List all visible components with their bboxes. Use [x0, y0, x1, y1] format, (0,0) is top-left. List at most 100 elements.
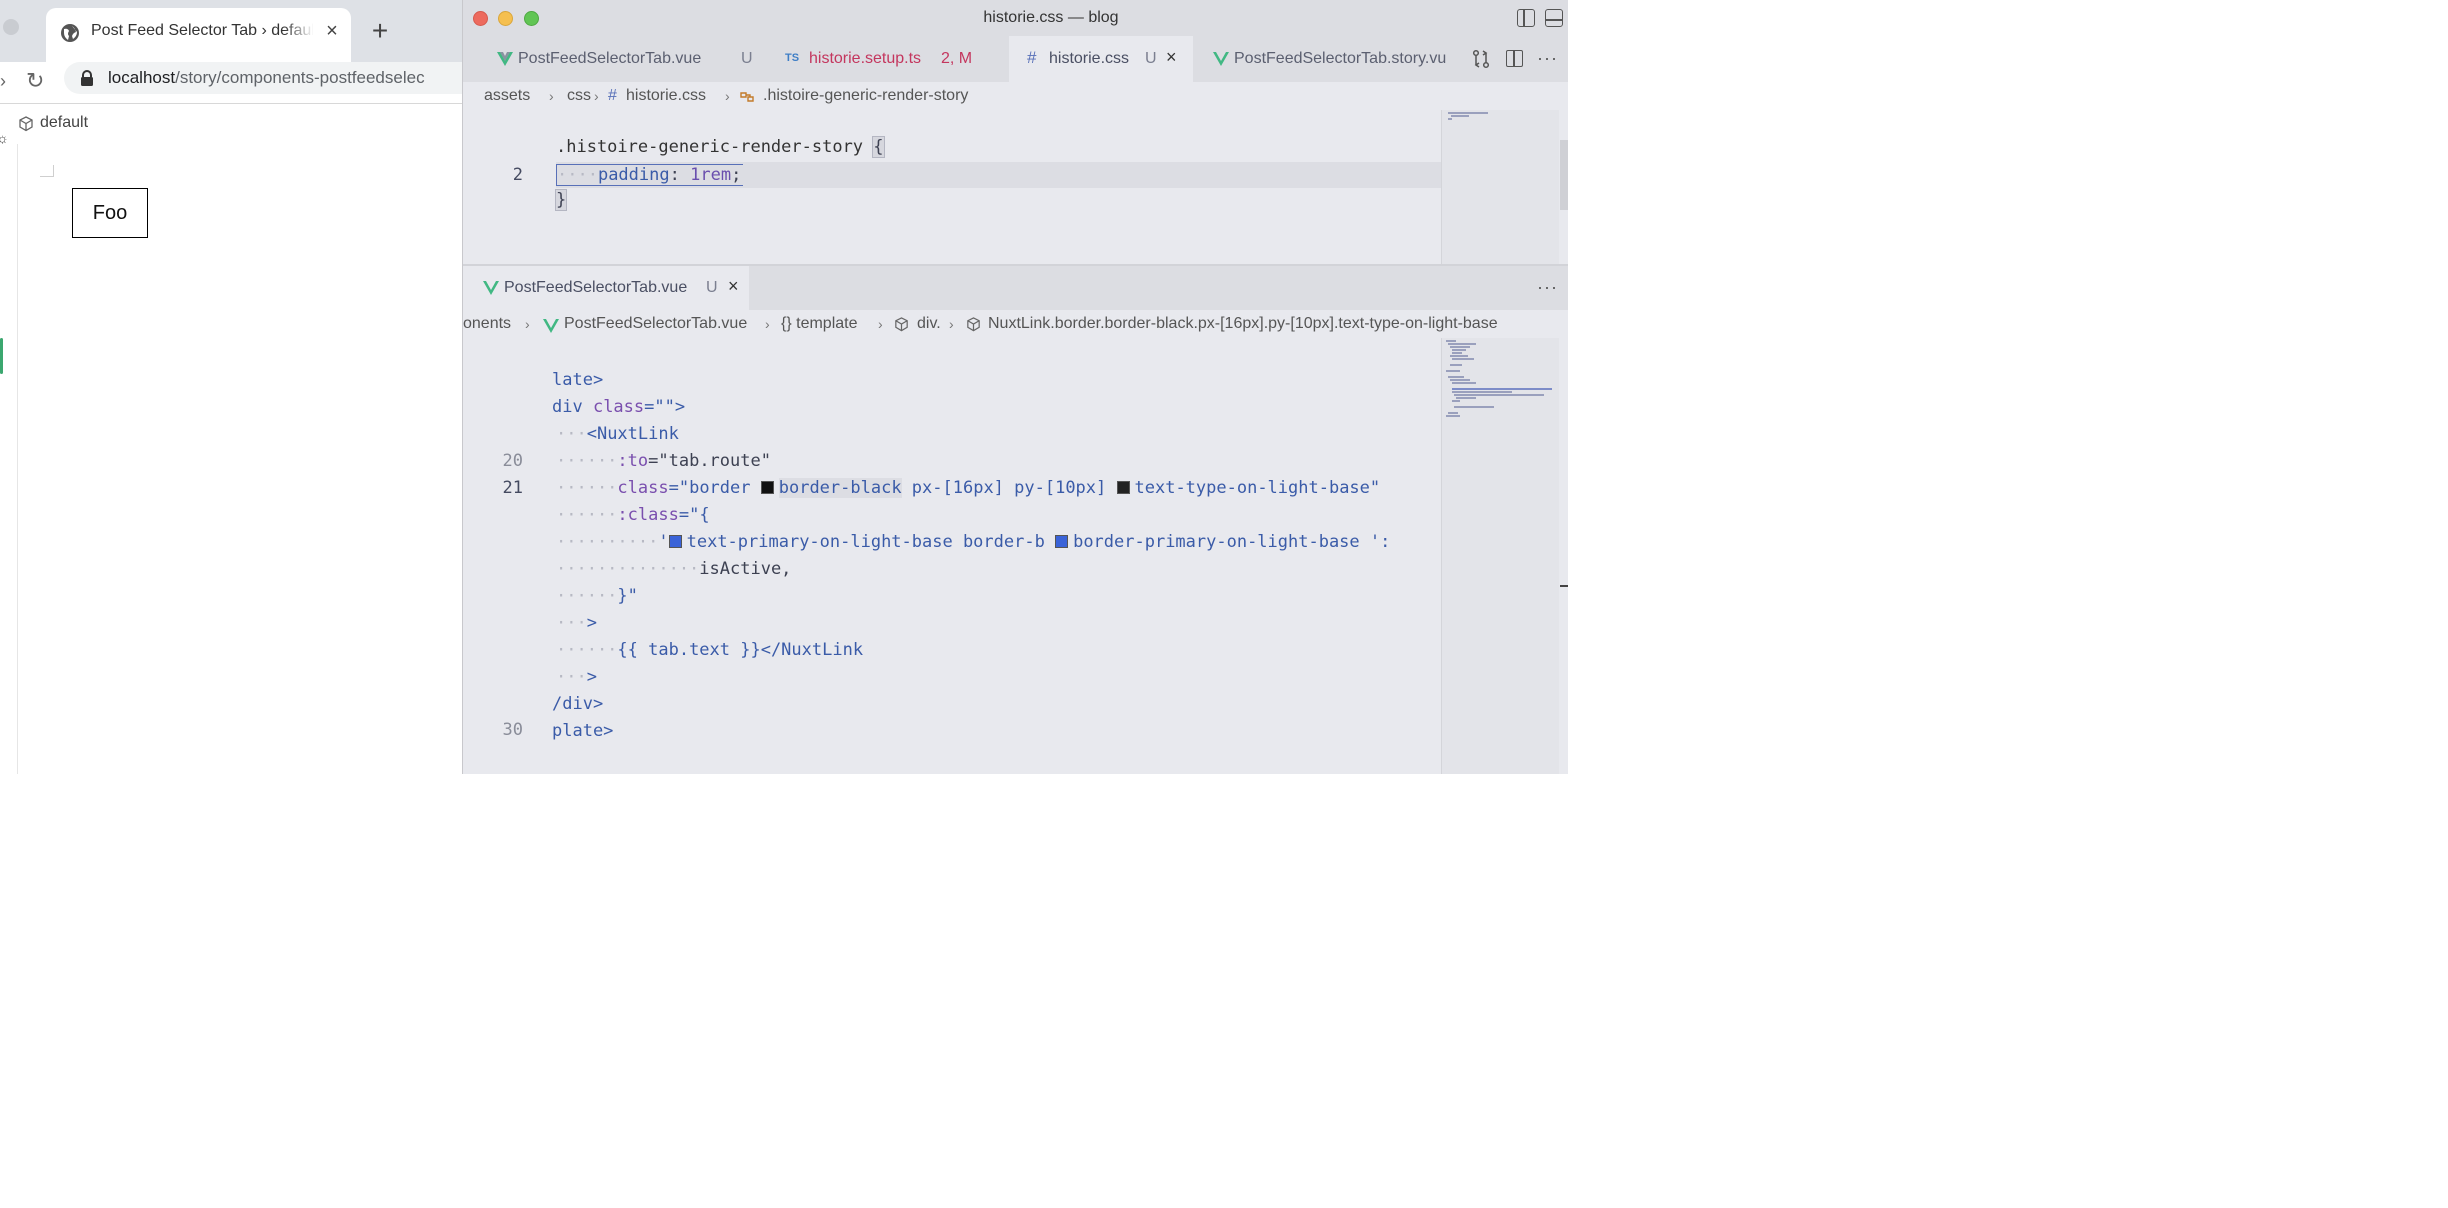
breadcrumb-item[interactable]: historie.css — [626, 87, 706, 105]
color-swatch-dark[interactable] — [1116, 481, 1130, 494]
browser-tab-title: Post Feed Selector Tab › default — [91, 22, 313, 39]
breadcrumb-item[interactable]: {} template — [781, 315, 858, 333]
code-line[interactable]: ···> — [556, 613, 597, 633]
close-icon[interactable]: × — [322, 20, 342, 42]
browser-window: Post Feed Selector Tab › default × + › ↻… — [0, 0, 484, 774]
breadcrumb-item[interactable]: div. — [917, 315, 941, 333]
url-host: localhost — [108, 68, 176, 87]
toggle-sidebar-icon[interactable] — [1517, 9, 1535, 27]
line-number: 30 — [502, 720, 523, 740]
breadcrumb-item[interactable]: onents — [463, 315, 511, 333]
line-number: 21 — [502, 478, 523, 498]
code-line[interactable]: .histoire-generic-render-story { — [556, 136, 885, 158]
reload-icon[interactable]: ↻ — [26, 68, 44, 94]
scrollbar-top[interactable] — [1560, 140, 1568, 210]
chevron-right-icon: › — [725, 88, 730, 104]
minimap-top[interactable] — [1441, 110, 1559, 264]
url-text[interactable]: localhost/story/components-postfeedselec — [108, 68, 425, 88]
tab-badge: 2, M — [941, 50, 973, 67]
code-line[interactable]: ···<NuxtLink — [556, 424, 679, 444]
breadcrumb-item[interactable]: PostFeedSelectorTab.vue — [564, 315, 747, 333]
preview-corner-mark — [40, 165, 54, 177]
code-line[interactable]: ······:to="tab.route" — [556, 451, 771, 471]
code-line[interactable]: late> — [552, 370, 603, 390]
gutter-top: 2 — [463, 110, 555, 264]
tab-label: historie.setup.ts — [809, 50, 922, 67]
code-line[interactable]: ······class="border border-black px-[16p… — [556, 478, 1380, 498]
tab-postfeedselectortab-story-vue[interactable]: PostFeedSelectorTab.story.vu — [1203, 36, 1463, 82]
close-icon[interactable]: × — [1166, 47, 1177, 68]
foo-tab-link[interactable]: Foo — [72, 188, 148, 238]
editor-tabbar-bottom: PostFeedSelectorTab.vue U × ··· — [463, 266, 1568, 310]
tab-historie-css[interactable]: # historie.css U × — [1009, 36, 1193, 82]
tab-label: historie.css — [1049, 50, 1130, 67]
story-preview — [17, 144, 470, 774]
vue-icon — [497, 52, 513, 66]
code-line[interactable]: ······:class="{ — [556, 505, 710, 525]
code-line[interactable]: ······}" — [556, 586, 638, 606]
minimap-bottom[interactable] — [1441, 338, 1559, 774]
symbol-class-icon — [740, 92, 754, 102]
tab-postfeedselectortab-vue-bottom[interactable]: PostFeedSelectorTab.vue U × — [463, 266, 749, 310]
cube-icon — [19, 116, 33, 132]
breadcrumb-item[interactable]: .histoire-generic-render-story — [763, 87, 968, 105]
code-line[interactable]: ······{{ tab.text }}</NuxtLink — [556, 640, 863, 660]
tab-postfeedselectortab-vue[interactable]: PostFeedSelectorTab.vue U — [485, 36, 755, 82]
chevron-right-icon: › — [594, 88, 599, 104]
sun-icon[interactable]: ☼ — [0, 130, 9, 146]
gutter-bottom: 20 21 30 — [463, 338, 555, 774]
code-line[interactable]: plate> — [552, 721, 613, 741]
address-bar[interactable]: localhost/story/components-postfeedselec — [64, 62, 484, 94]
vue-icon — [1213, 52, 1229, 66]
vscode-window: historie.css — blog PostFeedSelectorTab.… — [462, 0, 1568, 774]
editor-tabbar-top: PostFeedSelectorTab.vue U TS historie.se… — [463, 36, 1568, 82]
variant-label[interactable]: default — [40, 114, 88, 132]
code-line[interactable]: ··········' text-primary-on-light-base bo… — [556, 532, 1390, 552]
vue-icon — [483, 281, 499, 295]
hash-icon: # — [608, 87, 617, 104]
code-line[interactable]: ··············isActive, — [556, 559, 791, 579]
lock-icon[interactable] — [80, 70, 94, 86]
color-swatch-blue[interactable] — [1055, 535, 1069, 548]
chevron-right-icon: › — [525, 316, 530, 332]
chevron-right-icon: › — [549, 88, 554, 104]
color-swatch-blue[interactable] — [668, 535, 682, 548]
tab-historie-setup-ts[interactable]: TS historie.setup.ts 2, M — [773, 36, 1008, 82]
browser-toolbar: › ↻ localhost/story/components-postfeeds… — [0, 62, 484, 104]
ts-icon: TS — [785, 52, 800, 64]
tab-label: PostFeedSelectorTab.story.vu — [1234, 50, 1447, 67]
tab-label: PostFeedSelectorTab.vue — [518, 50, 702, 67]
hash-icon: # — [1027, 48, 1037, 67]
more-actions-icon[interactable]: ··· — [1537, 48, 1558, 69]
git-compare-icon[interactable] — [1471, 49, 1491, 69]
code-line[interactable]: /div> — [552, 694, 603, 714]
code-line[interactable]: ···> — [556, 667, 597, 687]
breadcrumb-item[interactable]: assets — [484, 87, 530, 105]
window-title: historie.css — blog — [983, 9, 1119, 26]
scrollbar-marker — [1560, 585, 1568, 587]
cube-icon — [967, 317, 980, 332]
breadcrumb-item[interactable]: css — [567, 87, 591, 105]
split-editor-icon[interactable] — [1506, 50, 1523, 67]
back-arrow-icon[interactable]: › — [0, 71, 6, 92]
tab-title-fade — [284, 18, 314, 44]
line-number: 2 — [512, 165, 523, 185]
new-tab-button[interactable]: + — [366, 16, 394, 46]
window-control-dot[interactable] — [3, 19, 19, 35]
titlebar: historie.css — blog — [463, 0, 1568, 36]
chevron-right-icon: › — [949, 316, 954, 332]
breadcrumb-item[interactable]: NuxtLink.border.border-black.px-[16px].p… — [988, 315, 1498, 333]
vue-icon — [543, 319, 559, 333]
code-line-selected[interactable]: ····padding: 1rem; — [556, 164, 744, 186]
toggle-panel-icon[interactable] — [1545, 9, 1563, 27]
color-swatch-black[interactable] — [760, 481, 774, 494]
globe-icon — [61, 24, 79, 42]
browser-tabbar: Post Feed Selector Tab › default × + — [0, 0, 470, 62]
code-line[interactable]: } — [554, 189, 568, 211]
close-icon[interactable]: × — [728, 276, 739, 297]
active-indicator — [0, 338, 3, 374]
more-actions-icon[interactable]: ··· — [1537, 277, 1558, 298]
cube-icon — [895, 317, 908, 332]
code-line[interactable]: div class=""> — [552, 397, 685, 417]
browser-tab[interactable]: Post Feed Selector Tab › default × — [46, 8, 351, 62]
